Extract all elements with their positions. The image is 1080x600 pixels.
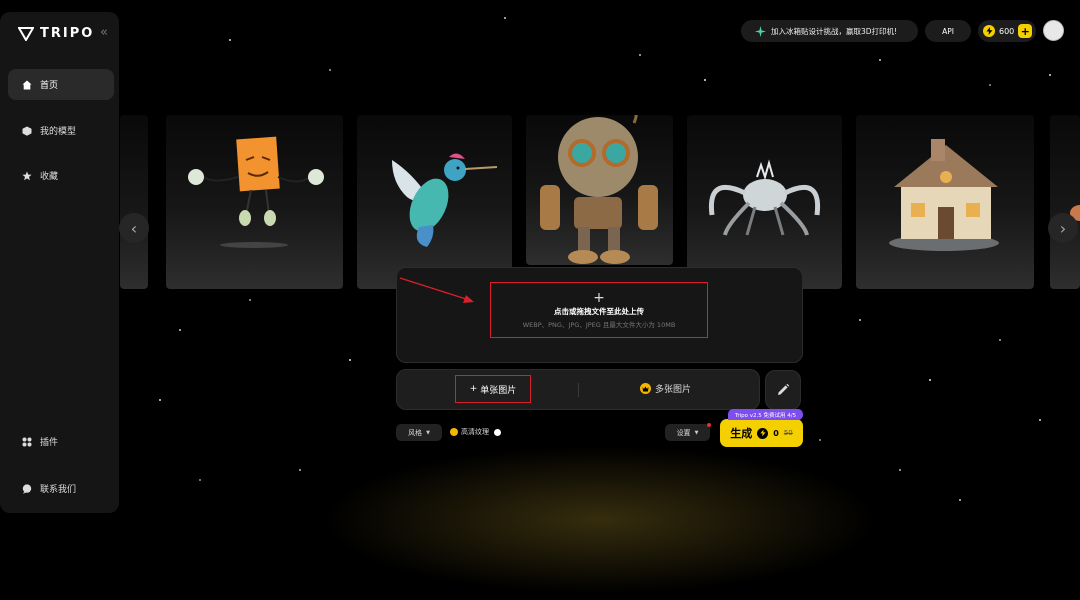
bolt-icon <box>983 25 995 37</box>
api-button[interactable]: API <box>925 20 971 42</box>
carousel-prev-button[interactable]: ‹ <box>119 213 149 243</box>
style-dropdown[interactable]: 风格 ▼ <box>396 424 442 441</box>
promo-banner[interactable]: 加入冰箱贴设计挑战，赢取3D打印机! <box>741 20 918 42</box>
add-credits-button[interactable]: + <box>1018 24 1033 38</box>
gallery-card-hummingbird[interactable] <box>357 115 512 289</box>
sidebar-item-home[interactable]: 首页 <box>8 69 114 100</box>
chevron-left-icon: ‹ <box>130 218 138 238</box>
upload-dropzone[interactable]: + 点击或拖拽文件至此处上传 WEBP、PNG、JPG、JPEG 且最大文件大小… <box>490 282 708 338</box>
credits-count: 600 <box>999 26 1015 36</box>
spider-creature-image <box>708 159 821 236</box>
sidebar-item-label: 收藏 <box>40 172 59 182</box>
sidebar-item-label: 联系我们 <box>40 485 77 495</box>
tab-divider <box>578 383 579 397</box>
sparkle-icon <box>755 25 766 37</box>
notification-dot <box>707 423 711 427</box>
sidebar-item-my-models[interactable]: 我的模型 <box>8 115 114 146</box>
sidebar: TRIPO « 首页 我的模型 收藏 插件 联系我们 <box>0 12 119 513</box>
hummingbird-image <box>392 153 498 247</box>
sidebar-item-label: 我的模型 <box>40 127 77 137</box>
mushroom-image <box>1070 205 1080 221</box>
settings-dropdown[interactable]: 设置 ▼ <box>665 424 710 441</box>
tab-label: 多张图片 <box>655 385 692 395</box>
background-glow <box>300 440 900 600</box>
crown-icon <box>640 383 651 394</box>
tab-single-image[interactable]: + 单张图片 <box>455 375 531 403</box>
sidebar-item-plugins[interactable]: 插件 <box>8 426 114 457</box>
upload-plus-icon: + <box>593 289 605 306</box>
caret-down-icon: ▼ <box>694 429 699 436</box>
box-character-image <box>188 136 324 248</box>
upload-hint: WEBP、PNG、JPG、JPEG 且最大文件大小为 10MB <box>522 320 676 329</box>
caret-down-icon: ▼ <box>426 429 430 436</box>
credits-badge[interactable]: 600 + <box>978 20 1036 42</box>
style-label: 风格 <box>408 428 423 437</box>
plus-icon: + <box>469 384 478 394</box>
avatar[interactable] <box>1043 20 1064 41</box>
cube-icon <box>21 125 32 136</box>
coin-icon <box>450 428 458 436</box>
trial-badge: Tripo v2.5 免费试用 4/5 <box>728 409 803 420</box>
promo-label: 加入冰箱贴设计挑战，赢取3D打印机! <box>771 26 898 36</box>
gallery-card-box-character[interactable] <box>166 115 343 289</box>
double-chevron-left-icon[interactable]: « <box>100 25 108 40</box>
sidebar-item-favorites[interactable]: 收藏 <box>8 160 114 191</box>
upload-title: 点击或拖拽文件至此处上传 <box>554 306 644 316</box>
tab-label: 单张图片 <box>480 385 517 396</box>
cost-old: 50 <box>783 429 793 437</box>
hd-texture-label: 高清纹理 <box>461 428 489 436</box>
gallery-card-rusty-robot[interactable] <box>526 115 673 265</box>
carousel-next-button[interactable]: › <box>1048 213 1078 243</box>
gallery-card-partial-right[interactable] <box>1050 115 1080 289</box>
settings-label: 设置 <box>676 428 691 437</box>
toggle-knob[interactable] <box>494 428 501 436</box>
sidebar-item-label: 首页 <box>40 81 59 91</box>
tab-multi-image[interactable]: 多张图片 <box>640 382 691 395</box>
gallery-card-spider-creature[interactable] <box>687 115 842 289</box>
pencil-icon <box>778 383 790 395</box>
gallery-card-partial[interactable] <box>120 115 148 289</box>
cottage-house-image <box>889 139 999 251</box>
chat-icon <box>21 483 32 494</box>
logo-text: TRIPO <box>40 26 95 41</box>
tripo-logo-icon <box>18 26 34 41</box>
rusty-robot-image <box>540 115 658 264</box>
bolt-icon <box>757 427 769 439</box>
sidebar-item-label: 插件 <box>40 438 59 448</box>
star-icon <box>21 170 32 181</box>
logo[interactable]: TRIPO <box>18 26 94 41</box>
chevron-right-icon: › <box>1059 218 1067 238</box>
api-label: API <box>942 26 954 36</box>
sidebar-item-contact[interactable]: 联系我们 <box>8 473 114 504</box>
trial-badge-label: Tripo v2.5 免费试用 4/5 <box>734 412 797 419</box>
edit-button[interactable] <box>765 370 801 410</box>
plugin-icon <box>21 436 32 447</box>
gallery-card-cottage-house[interactable] <box>856 115 1034 289</box>
home-icon <box>21 79 32 90</box>
generate-button[interactable]: 生成 0 50 <box>720 419 803 447</box>
hd-texture-toggle[interactable]: 高清纹理 <box>450 427 501 437</box>
cost-now: 0 <box>773 428 779 438</box>
generate-label: 生成 <box>730 427 753 440</box>
